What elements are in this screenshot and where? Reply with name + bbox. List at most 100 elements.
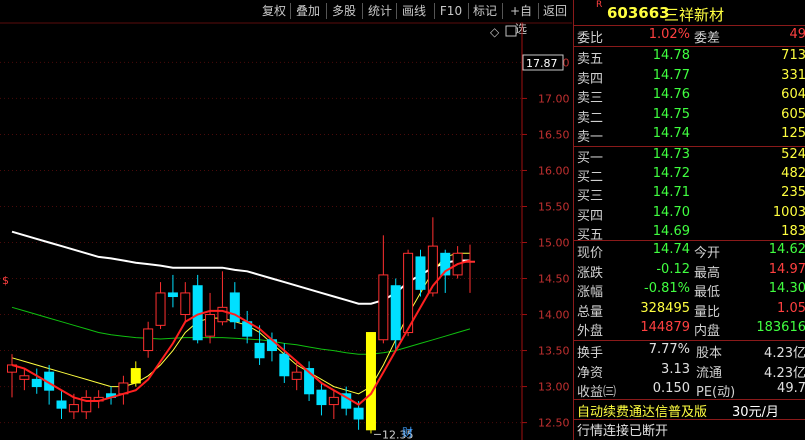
ask-price: 14.77 [652, 67, 690, 83]
stat2-label: 净资 [577, 365, 604, 381]
y-tick-label: 15.00 [538, 237, 570, 250]
candle-body [19, 375, 30, 380]
y-tick-label: 12.50 [538, 417, 570, 430]
y-tick-label: 16.50 [538, 128, 570, 141]
bid-volume: 235 [781, 185, 805, 201]
stat2-label: 流通 [696, 365, 723, 381]
stat-value: 14.74 [652, 242, 690, 257]
ask-label: 卖五 [577, 52, 604, 67]
toolbar-button-4[interactable]: 画线 [398, 2, 430, 20]
candle-body [390, 285, 401, 341]
bid-label: 买二 [577, 170, 604, 186]
stat2-label: PE(动) [696, 385, 736, 400]
candle-body [291, 371, 302, 380]
ask-volume: 605 [781, 106, 805, 122]
toolbar-button-1[interactable]: 叠加 [292, 2, 324, 20]
left-marker: $ [2, 274, 9, 287]
y-tick-label: 15.50 [538, 200, 570, 213]
bid-volume: 524 [781, 147, 805, 162]
candle-body [365, 332, 376, 431]
toolbar-button-7[interactable]: +自选 [504, 2, 538, 36]
ask-volume: 125 [781, 126, 805, 141]
stat-value: 14.30 [768, 281, 805, 296]
y-tick-label: 17.00 [538, 92, 570, 105]
toolbar-separator [434, 3, 435, 19]
candle-body [415, 256, 426, 290]
candle-body [353, 407, 364, 420]
toolbar-separator [326, 3, 327, 19]
toolbar-button-8[interactable]: 返回 [540, 2, 570, 20]
stat-label: 涨跌 [577, 265, 604, 281]
ask-price: 14.76 [652, 87, 690, 102]
r-mark: R [596, 0, 603, 10]
divider [574, 25, 805, 26]
candle-body [205, 314, 216, 337]
stat2-label: 换手 [577, 346, 604, 361]
ask-price: 14.74 [652, 126, 690, 141]
stat-label: 最低 [694, 285, 721, 300]
ask-volume: 604 [781, 87, 805, 102]
candle-body [378, 274, 389, 341]
candle-body [68, 404, 79, 413]
ask-volume: 713 [781, 48, 805, 63]
stock-code: 603663 [607, 4, 670, 22]
divider [574, 46, 805, 47]
ask-volume: 331 [781, 67, 805, 83]
bid-price: 14.70 [652, 204, 690, 220]
chart-toolbar: 复权 叠加 多股 统计 画线 F10 标记 +自选 返回 [0, 0, 572, 36]
stat2-value: 49.7 [777, 381, 805, 396]
stat-label: 总量 [577, 304, 604, 320]
divider [574, 340, 805, 341]
candle-body [143, 328, 154, 352]
y-tick-label: 14.00 [538, 309, 570, 322]
stat2-label: 股本 [696, 346, 723, 361]
bid-price: 14.72 [652, 166, 690, 182]
ad-price[interactable]: 30元/月 [732, 401, 779, 420]
toolbar-separator [290, 3, 291, 19]
y-tick-label: 13.00 [538, 381, 570, 394]
stat-label: 量比 [694, 304, 721, 320]
stat-label: 今开 [694, 246, 721, 261]
stat-value: 1.05 [777, 300, 805, 316]
toolbar-button-0[interactable]: 复权 [258, 2, 290, 20]
candle-body [217, 306, 228, 323]
ask-label: 卖三 [577, 91, 604, 106]
weibi-value: 1.02% [648, 27, 690, 42]
candle-body [56, 400, 67, 409]
candle-body [403, 252, 414, 334]
bid-label: 买一 [577, 151, 604, 166]
ad-banner[interactable]: 自动续费通达信普及版 [577, 401, 707, 420]
stat-value: 14.62 [768, 242, 805, 257]
stat2-value: 7.77% [648, 342, 690, 357]
candle-body [180, 292, 191, 316]
stat-value: 183616 [756, 320, 805, 335]
toolbar-button-5[interactable]: F10 [436, 2, 466, 20]
kline-svg[interactable]: 17.5017.0016.5016.0015.5015.0014.5014.00… [0, 22, 572, 440]
weicha-label: 委差 [694, 31, 721, 46]
stat-value: -0.12 [656, 261, 690, 277]
stat-value: 328495 [640, 300, 690, 316]
ask-label: 卖一 [577, 130, 604, 145]
kline-chart[interactable]: 17.5017.0016.5016.0015.5015.0014.5014.00… [0, 22, 572, 440]
candle-body [254, 342, 265, 359]
stat-label: 最高 [694, 265, 721, 281]
stat2-value: 4.23亿 [764, 365, 805, 381]
toolbar-button-6[interactable]: 标记 [470, 2, 500, 20]
diamond-icon: ◇ [490, 25, 500, 39]
y-tick-label: 16.00 [538, 164, 570, 177]
weicha-value: 49 [789, 27, 805, 42]
ask-label: 卖四 [577, 71, 604, 87]
square-icon [505, 25, 517, 37]
bid-volume: 1003 [772, 204, 805, 220]
toolbar-button-2[interactable]: 多股 [328, 2, 360, 20]
y-tick-label: 14.50 [538, 273, 570, 286]
toolbar-separator [468, 3, 469, 19]
toolbar-button-3[interactable]: 统计 [364, 2, 396, 20]
candle-body [130, 368, 141, 384]
bid-label: 买三 [577, 189, 604, 205]
stat2-label: 收益㈢ [577, 385, 617, 400]
divider [574, 399, 805, 400]
toolbar-separator [502, 3, 503, 19]
divider [574, 240, 805, 241]
stat-label: 内盘 [694, 324, 721, 339]
